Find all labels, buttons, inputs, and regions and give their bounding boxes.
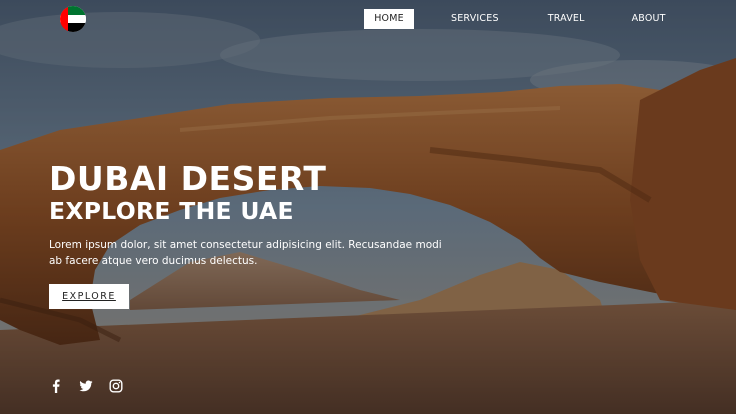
nav-item-about[interactable]: ABOUT xyxy=(632,9,666,29)
nav-item-travel[interactable]: TRAVEL xyxy=(548,9,585,29)
uae-flag-logo-icon[interactable] xyxy=(60,6,86,32)
hero-subtitle: EXPLORE THE UAE xyxy=(49,197,294,225)
main-nav: HOME SERVICES TRAVEL ABOUT xyxy=(364,9,666,29)
hero-title: DUBAI DESERT xyxy=(49,159,327,198)
twitter-icon[interactable] xyxy=(79,379,93,393)
facebook-icon[interactable] xyxy=(49,379,63,393)
instagram-icon[interactable] xyxy=(109,379,123,393)
hero-content: DUBAI DESERT EXPLORE THE UAE Lorem ipsum… xyxy=(49,160,489,269)
nav-item-services[interactable]: SERVICES xyxy=(451,9,499,29)
social-links xyxy=(49,379,123,393)
nav-item-home[interactable]: HOME xyxy=(364,9,414,29)
explore-button[interactable]: EXPLORE xyxy=(49,284,129,309)
hero-description: Lorem ipsum dolor, sit amet consectetur … xyxy=(49,239,442,267)
